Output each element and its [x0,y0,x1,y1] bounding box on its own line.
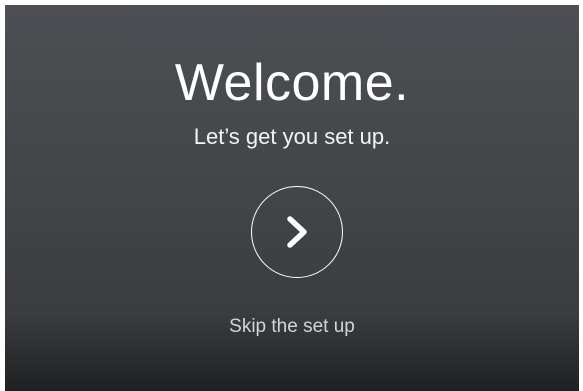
next-button[interactable] [251,186,343,278]
setup-welcome-screen: Welcome. Let’s get you set up. Skip the … [5,5,579,391]
skip-setup-link[interactable]: Skip the set up [5,315,579,339]
welcome-title: Welcome. [174,54,410,112]
welcome-subtitle: Let’s get you set up. [193,124,391,149]
chevron-right-icon [283,212,311,252]
